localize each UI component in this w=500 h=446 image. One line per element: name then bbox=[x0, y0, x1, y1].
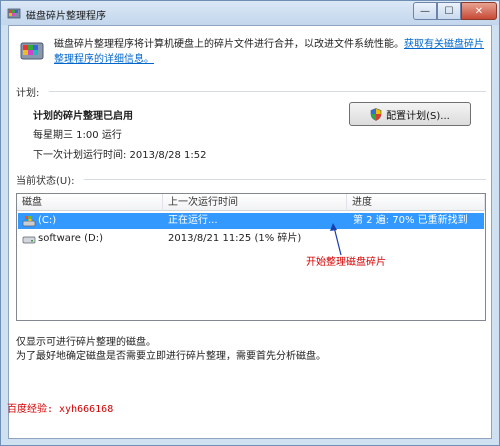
disk-list[interactable]: 磁盘 上一次运行时间 进度 (C:) 正在运行... 第 2 遍: 70% 已重… bbox=[16, 193, 486, 321]
configure-schedule-label: 配置计划(S)... bbox=[386, 110, 450, 122]
defrag-app-icon bbox=[7, 8, 21, 19]
maximize-button[interactable]: ☐ bbox=[437, 2, 461, 20]
disk-last-run: 正在运行... bbox=[168, 215, 218, 226]
annotation-label: 开始整理磁盘碎片 bbox=[306, 257, 386, 268]
title-bar[interactable]: 磁盘碎片整理程序 — ☐ ✕ bbox=[1, 1, 499, 25]
column-disk[interactable]: 磁盘 bbox=[17, 194, 163, 211]
disk-name: (C:) bbox=[38, 215, 57, 226]
configure-schedule-button[interactable]: 配置计划(S)... bbox=[349, 102, 471, 126]
schedule-next-run: 下一次计划运行时间: 2013/8/28 1:52 bbox=[33, 150, 207, 161]
footer-note-2: 为了最好地确定磁盘是否需要立即进行碎片整理，需要首先分析磁盘。 bbox=[16, 351, 326, 362]
hard-drive-icon bbox=[22, 236, 36, 244]
schedule-status: 计划的碎片整理已启用 bbox=[33, 111, 133, 122]
defrag-hero-icon bbox=[20, 42, 44, 60]
window-title: 磁盘碎片整理程序 bbox=[26, 11, 106, 22]
status-divider bbox=[84, 179, 486, 180]
client-area: 磁盘碎片整理程序将计算机硬盘上的碎片文件进行合并，以改进文件系统性能。获取有关磁… bbox=[8, 25, 492, 439]
close-button[interactable]: ✕ bbox=[461, 2, 497, 20]
schedule-divider bbox=[49, 91, 486, 92]
intro-text: 磁盘碎片整理程序将计算机硬盘上的碎片文件进行合并，以改进文件系统性能。获取有关磁… bbox=[54, 37, 486, 67]
annotation-arrow-icon bbox=[330, 223, 342, 256]
watermark: 百度经验: xyh666168 bbox=[7, 404, 114, 415]
schedule-section-title: 计划: bbox=[16, 88, 40, 99]
column-last-run[interactable]: 上一次运行时间 bbox=[163, 194, 347, 211]
disk-row-d[interactable]: software (D:) 2013/8/21 11:25 (1% 碎片) bbox=[18, 231, 484, 247]
current-status-title: 当前状态(U): bbox=[16, 176, 75, 187]
disk-list-header: 磁盘 上一次运行时间 进度 bbox=[17, 194, 485, 211]
disk-last-run: 2013/8/21 11:25 (1% 碎片) bbox=[168, 233, 302, 244]
schedule-run-time: 每星期三 1:00 运行 bbox=[33, 130, 122, 141]
minimize-button[interactable]: — bbox=[413, 2, 437, 20]
intro-description: 磁盘碎片整理程序将计算机硬盘上的碎片文件进行合并，以改进文件系统性能。 bbox=[54, 39, 404, 50]
defrag-window: 磁盘碎片整理程序 — ☐ ✕ 磁盘碎片整理程序将计算机硬盘上的碎片文件进行合并，… bbox=[0, 0, 500, 446]
column-progress[interactable]: 进度 bbox=[347, 194, 485, 211]
uac-shield-icon bbox=[370, 107, 382, 121]
disk-progress: 第 2 遍: 70% 已重新找到 bbox=[353, 215, 468, 226]
footer-note-1: 仅显示可进行碎片整理的磁盘。 bbox=[16, 337, 156, 348]
disk-name: software (D:) bbox=[38, 233, 103, 244]
disk-row-c[interactable]: (C:) 正在运行... 第 2 遍: 70% 已重新找到 bbox=[18, 213, 484, 229]
system-drive-icon bbox=[22, 216, 36, 227]
